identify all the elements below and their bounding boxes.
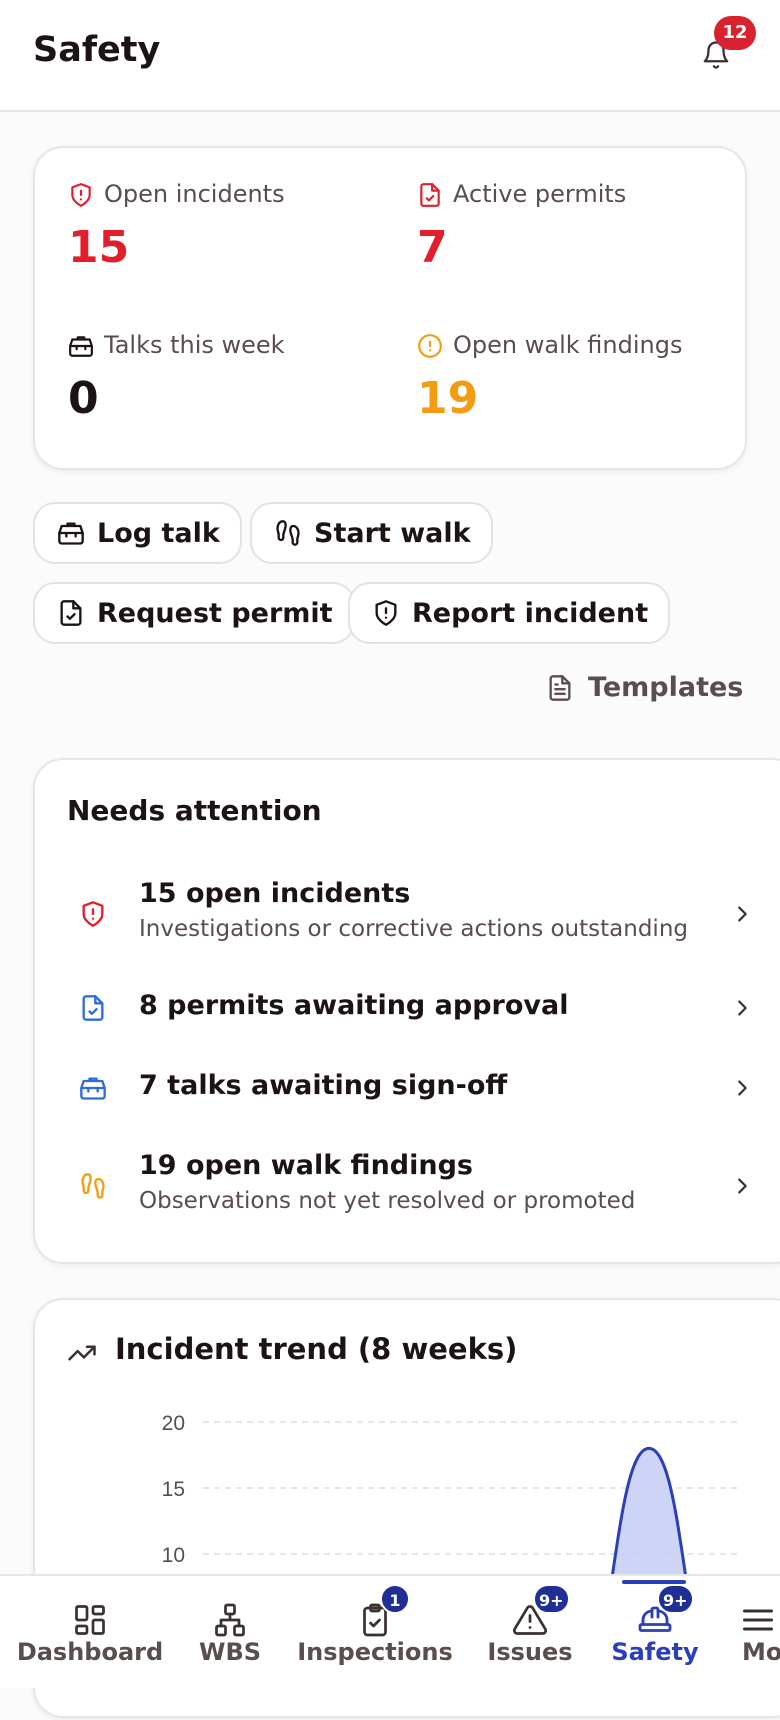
nav-more[interactable]: More [722, 1576, 780, 1688]
attention-item-walk-findings[interactable]: 19 open walk findings Observations not y… [35, 1150, 747, 1230]
chevron-right-icon [738, 1000, 747, 1016]
nav-label: More [742, 1638, 780, 1666]
attention-item-permits[interactable]: 8 permits awaiting approval [35, 990, 747, 1040]
attention-item-title: 15 open incidents [139, 878, 411, 909]
nav-badge: 1 [380, 1584, 410, 1614]
stat-label: Open incidents [104, 180, 285, 208]
chevron-right-icon [738, 1178, 747, 1194]
chevron-right-icon [738, 906, 747, 922]
attention-item-title: 8 permits awaiting approval [139, 990, 569, 1021]
y-tick-label: 20 [162, 1412, 185, 1435]
shield-alert-icon [375, 600, 397, 626]
nav-dashboard[interactable]: Dashboard [10, 1576, 170, 1688]
nav-issues[interactable]: 9+ Issues [470, 1576, 590, 1688]
needs-attention-card: Needs attention 15 open incidents Invest… [33, 758, 780, 1264]
nav-inspections[interactable]: 1 Inspections [290, 1576, 460, 1688]
notification-count-badge: 12 [714, 16, 756, 50]
stat-value: 19 [417, 373, 479, 424]
shield-alert-icon [82, 901, 104, 927]
attention-item-subtitle: Investigations or corrective actions out… [139, 916, 688, 942]
network-icon [215, 1603, 245, 1637]
nav-label: Inspections [297, 1638, 453, 1666]
toolbox-icon [69, 336, 93, 357]
file-check-icon [60, 600, 82, 626]
document-icon [549, 674, 571, 701]
templates-label: Templates [588, 672, 744, 703]
page-title: Safety [33, 30, 161, 70]
attention-item-incidents[interactable]: 15 open incidents Investigations or corr… [35, 878, 747, 958]
nav-label: Safety [611, 1638, 699, 1666]
attention-item-subtitle: Observations not yet resolved or promote… [139, 1188, 636, 1214]
alert-circle-icon [418, 334, 442, 358]
nav-badge: 9+ [533, 1584, 570, 1614]
footprints-icon [81, 1173, 105, 1199]
footprints-icon [276, 520, 300, 546]
request-permit-button[interactable]: Request permit [33, 582, 355, 644]
nav-label: Issues [487, 1638, 573, 1666]
nav-badge: 9+ [657, 1584, 694, 1614]
templates-link[interactable]: Templates [546, 672, 743, 703]
safety-summary-card: Open incidents 15 Active permits 7 Talks… [33, 146, 747, 470]
stat-label: Active permits [453, 180, 627, 208]
stat-value: 15 [68, 222, 130, 273]
report-incident-button[interactable]: Report incident [348, 582, 671, 644]
needs-attention-title: Needs attention [67, 794, 322, 827]
y-tick-label: 10 [162, 1544, 185, 1567]
start-walk-label: Start walk [314, 517, 471, 549]
bottom-navigation: Dashboard WBS 1 Inspections 9+ Issues 9+… [0, 1574, 780, 1688]
top-app-bar: Safety 12 [0, 0, 780, 112]
nav-label: Dashboard [16, 1638, 164, 1666]
report-incident-label: Report incident [412, 597, 649, 629]
dashboard-icon [75, 1605, 105, 1635]
attention-item-talks[interactable]: 7 talks awaiting sign-off [35, 1070, 747, 1120]
log-talk-label: Log talk [97, 517, 220, 549]
stat-value: 7 [417, 222, 448, 273]
stat-label: Talks this week [104, 331, 285, 359]
nav-safety[interactable]: 9+ Safety [600, 1576, 710, 1688]
stat-value: 0 [68, 373, 99, 424]
attention-item-title: 19 open walk findings [139, 1150, 473, 1181]
y-tick-label: 15 [162, 1478, 185, 1501]
nav-wbs[interactable]: WBS [180, 1576, 280, 1688]
stat-label: Open walk findings [453, 331, 683, 359]
shield-alert-icon [71, 183, 91, 207]
file-check-icon [82, 995, 104, 1021]
start-walk-button[interactable]: Start walk [250, 502, 493, 564]
file-check-icon [420, 183, 440, 207]
chevron-right-icon [738, 1080, 747, 1096]
toolbox-icon [58, 522, 84, 545]
attention-item-title: 7 talks awaiting sign-off [139, 1070, 508, 1101]
request-permit-label: Request permit [97, 597, 333, 629]
log-talk-button[interactable]: Log talk [33, 502, 242, 564]
menu-icon [743, 1609, 773, 1631]
toolbox-icon [80, 1077, 106, 1100]
nav-label: WBS [198, 1638, 262, 1666]
